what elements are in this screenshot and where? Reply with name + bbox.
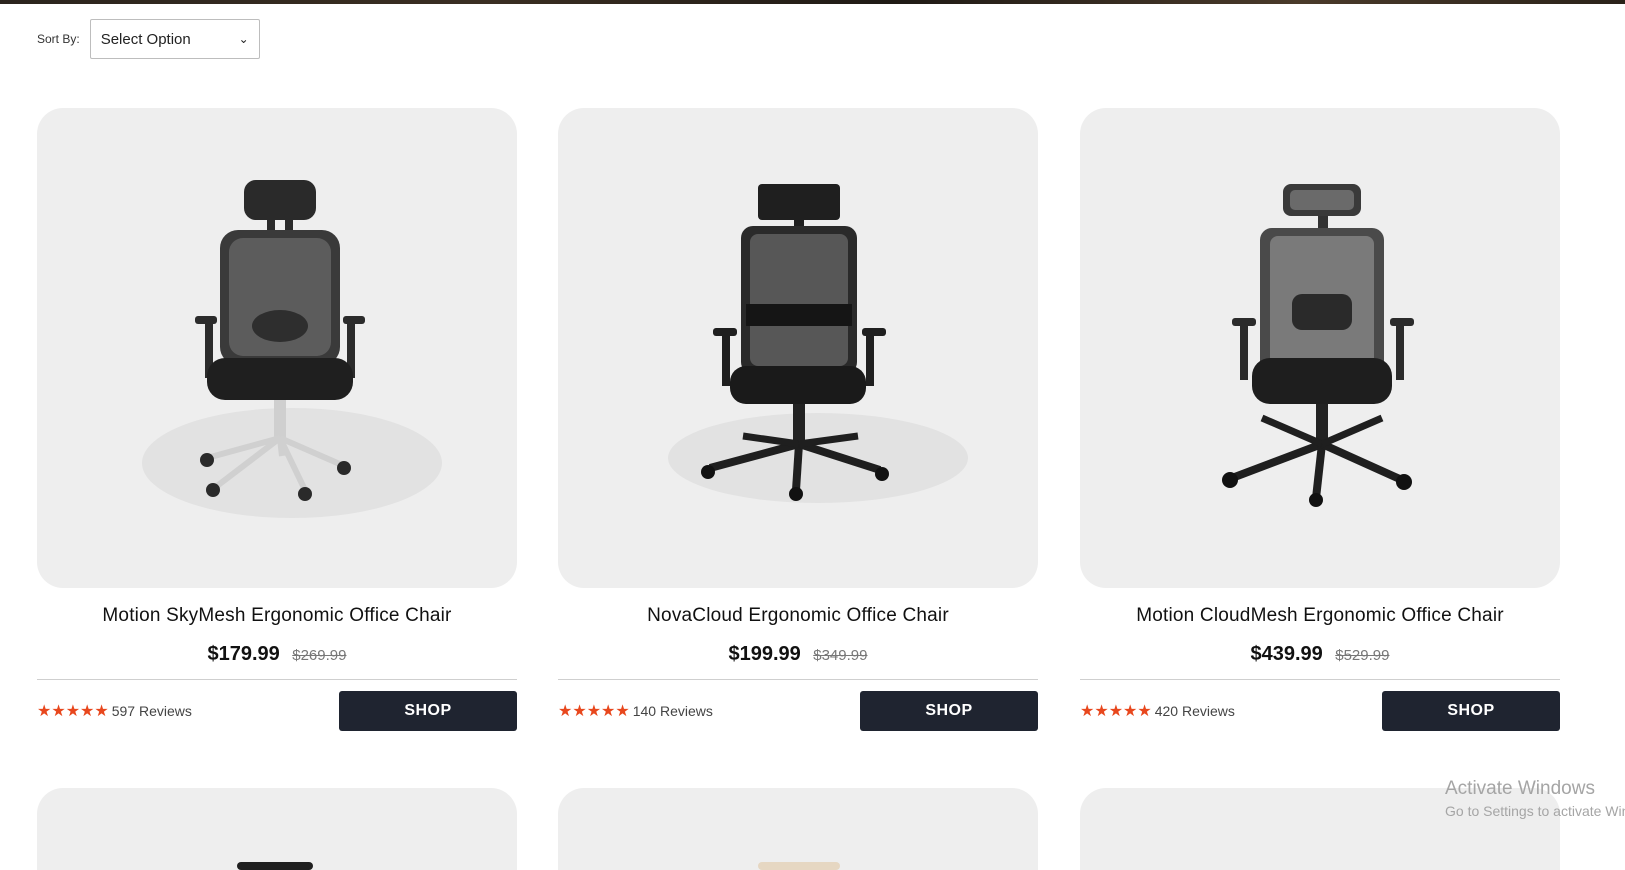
product-image[interactable] [37, 108, 517, 588]
review-count[interactable]: 597 Reviews [112, 703, 192, 719]
divider [558, 679, 1038, 680]
windows-activation-watermark: Activate Windows Go to Settings to activ… [1445, 778, 1625, 819]
office-chair-image [237, 862, 313, 870]
original-price: $269.99 [292, 647, 347, 664]
shop-button[interactable]: SHOP [860, 691, 1038, 731]
office-chair-image [758, 862, 840, 870]
product-card[interactable]: NovaCloud Ergonomic Office Chair $199.99… [558, 108, 1038, 731]
card-footer: ★★★★★ 597 Reviews SHOP [37, 691, 517, 731]
star-rating-icon: ★★★★★ [1080, 703, 1152, 720]
office-chair-image [668, 184, 968, 503]
product-title[interactable]: NovaCloud Ergonomic Office Chair [558, 605, 1038, 627]
shop-button[interactable]: SHOP [339, 691, 517, 731]
star-rating-icon: ★★★★★ [558, 703, 630, 720]
product-title[interactable]: Motion CloudMesh Ergonomic Office Chair [1080, 605, 1560, 627]
review-count[interactable]: 420 Reviews [1155, 703, 1235, 719]
price-row: $179.99 $269.99 [37, 643, 517, 669]
sort-select-value: Select Option [100, 30, 191, 48]
rating: ★★★★★ 420 Reviews [1080, 701, 1235, 721]
watermark-subtitle: Go to Settings to activate Windows. [1445, 803, 1625, 819]
rating: ★★★★★ 597 Reviews [37, 701, 192, 721]
price-row: $199.99 $349.99 [558, 643, 1038, 669]
product-card[interactable]: Motion SkyMesh Ergonomic Office Chair $1… [37, 108, 517, 731]
review-count[interactable]: 140 Reviews [633, 703, 713, 719]
chevron-down-icon: ⌄ [238, 32, 249, 46]
original-price: $529.99 [1335, 647, 1390, 664]
office-chair-image [1222, 184, 1414, 507]
sale-price: $199.99 [728, 643, 801, 665]
watermark-title: Activate Windows [1445, 778, 1595, 799]
divider [1080, 679, 1560, 680]
sale-price: $179.99 [207, 643, 280, 665]
sort-bar: Sort By: Select Option ⌄ [37, 19, 260, 59]
header-image-strip [0, 0, 1625, 4]
product-image[interactable] [1080, 108, 1560, 588]
product-title[interactable]: Motion SkyMesh Ergonomic Office Chair [37, 605, 517, 627]
divider [37, 679, 517, 680]
star-rating-icon: ★★★★★ [37, 703, 109, 720]
sort-select[interactable]: Select Option ⌄ [89, 19, 260, 59]
price-row: $439.99 $529.99 [1080, 643, 1560, 669]
card-footer: ★★★★★ 420 Reviews SHOP [1080, 691, 1560, 731]
shop-button[interactable]: SHOP [1382, 691, 1560, 731]
rating: ★★★★★ 140 Reviews [558, 701, 713, 721]
office-chair-image [142, 180, 442, 518]
product-image[interactable] [558, 108, 1038, 588]
product-card[interactable]: Motion CloudMesh Ergonomic Office Chair … [1080, 108, 1560, 731]
sale-price: $439.99 [1250, 643, 1323, 665]
sort-label: Sort By: [37, 32, 80, 46]
product-card-partial[interactable] [37, 788, 517, 870]
card-footer: ★★★★★ 140 Reviews SHOP [558, 691, 1038, 731]
product-card-partial[interactable] [558, 788, 1038, 870]
original-price: $349.99 [813, 647, 868, 664]
